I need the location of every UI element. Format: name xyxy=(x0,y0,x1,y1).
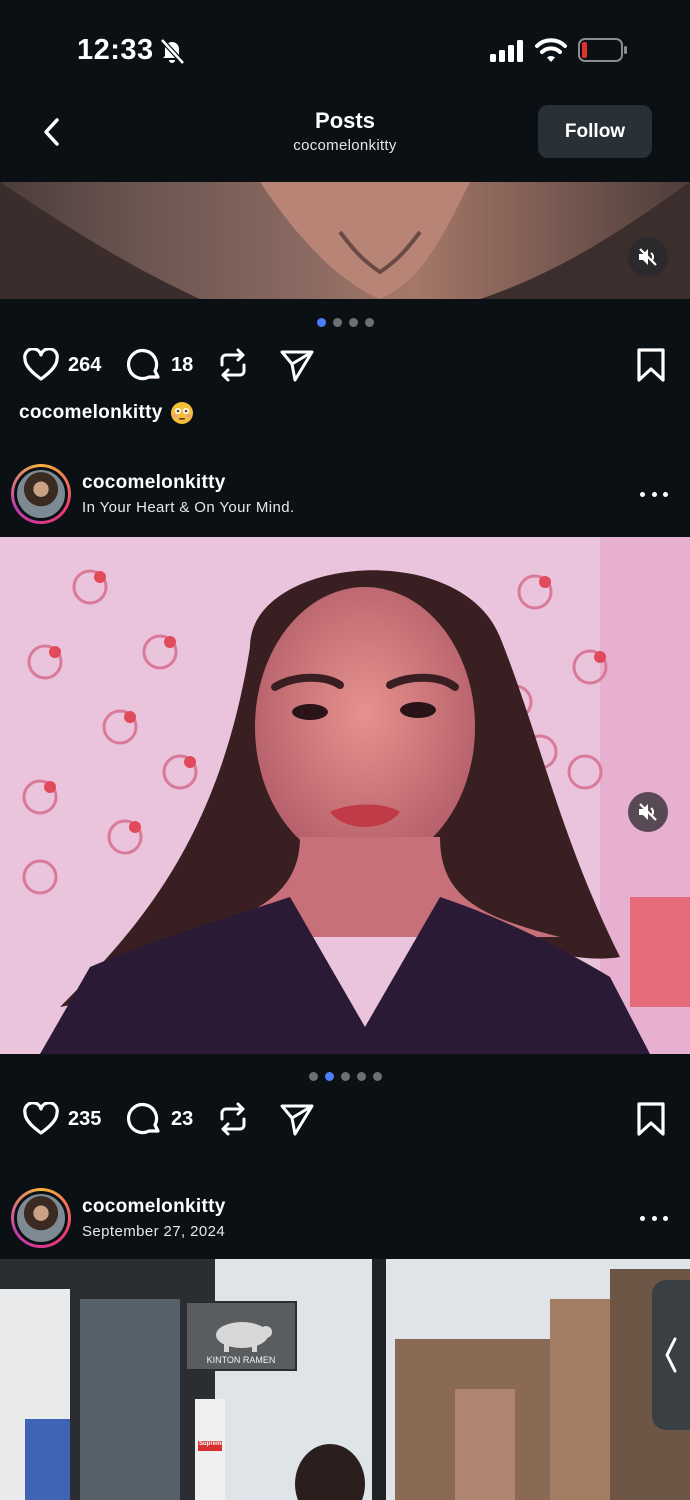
top-nav: Posts cocomelonkitty Follow xyxy=(0,100,690,182)
post-username[interactable]: cocomelonkitty xyxy=(82,1196,226,1218)
carousel-dot xyxy=(340,1072,350,1081)
store-sign-text: Supreme xyxy=(199,1441,225,1447)
status-time: 12:33 xyxy=(77,34,154,66)
carousel-dot xyxy=(332,318,342,327)
carousel-indicator-1 xyxy=(0,318,690,330)
ramen-shop-sign: KINTON RAMEN xyxy=(185,1301,297,1371)
comment-button[interactable]: 23 xyxy=(127,1099,193,1139)
post-username[interactable]: cocomelonkitty xyxy=(82,472,226,494)
post-date: September 27, 2024 xyxy=(82,1223,226,1240)
post-media-3[interactable]: KINTON RAMEN Supreme xyxy=(0,1259,690,1500)
more-dot-icon xyxy=(651,491,657,497)
avatar-photo xyxy=(14,1191,68,1245)
share-button[interactable] xyxy=(279,1099,315,1139)
like-count: 264 xyxy=(68,353,102,376)
caption-username[interactable]: cocomelonkitty xyxy=(19,402,163,424)
post-subtitle: In Your Heart & On Your Mind. xyxy=(82,499,295,516)
wifi-icon xyxy=(535,38,567,62)
mute-button[interactable] xyxy=(628,237,668,277)
comment-count: 23 xyxy=(171,1107,194,1130)
share-button[interactable] xyxy=(279,345,315,385)
repost-button[interactable] xyxy=(216,1099,250,1139)
bookmark-icon xyxy=(637,348,665,382)
save-button[interactable] xyxy=(636,345,666,385)
avatar[interactable] xyxy=(11,1188,71,1248)
speaker-muted-icon xyxy=(639,248,657,266)
like-count: 235 xyxy=(68,1107,102,1130)
post-media-1-photo xyxy=(0,182,690,299)
send-icon xyxy=(280,1104,314,1136)
comment-count: 18 xyxy=(171,353,194,376)
comment-icon xyxy=(127,349,160,381)
post-media-1[interactable] xyxy=(0,182,690,299)
like-button[interactable]: 235 xyxy=(22,1099,101,1139)
bookmark-icon xyxy=(637,1102,665,1136)
carousel-dot xyxy=(308,1072,318,1081)
chevron-left-icon xyxy=(665,1337,677,1373)
more-dot-icon xyxy=(640,1215,645,1221)
heart-icon xyxy=(23,348,59,381)
status-bar: 12:33 xyxy=(0,0,690,100)
repost-icon xyxy=(220,348,246,382)
mute-button[interactable] xyxy=(628,792,668,832)
comment-icon xyxy=(127,1103,160,1135)
post-media-2[interactable] xyxy=(0,537,690,1054)
more-options-button[interactable] xyxy=(640,1208,668,1228)
post-actions-1: 264 18 xyxy=(0,345,690,395)
post-header-3: cocomelonkitty September 27, 2024 xyxy=(0,1186,690,1256)
posts-screen: 12:33 Posts cocomelonkitty Follow 264 18… xyxy=(0,0,690,1500)
more-dot-icon xyxy=(640,491,645,497)
more-dot-icon xyxy=(651,1215,657,1221)
post-header-2: cocomelonkitty In Your Heart & On Your M… xyxy=(0,462,690,532)
carousel-dot xyxy=(316,318,326,327)
carousel-dot xyxy=(364,318,374,327)
sign-text: KINTON RAMEN xyxy=(206,1355,276,1365)
carousel-dot xyxy=(356,1072,366,1081)
post-actions-2: 235 23 xyxy=(0,1099,690,1149)
like-button[interactable]: 264 xyxy=(22,345,101,385)
more-dot-icon xyxy=(663,491,668,497)
bell-off-icon xyxy=(160,38,185,65)
carousel-dot xyxy=(348,318,358,327)
carousel-dot xyxy=(324,1072,334,1081)
heart-icon xyxy=(23,1102,59,1135)
post-media-2-photo xyxy=(0,537,690,1054)
comment-button[interactable]: 18 xyxy=(127,345,193,385)
repost-icon xyxy=(220,1102,246,1136)
carousel-dot xyxy=(372,1072,382,1081)
carousel-indicator-2 xyxy=(0,1072,690,1084)
more-options-button[interactable] xyxy=(640,484,668,504)
avatar[interactable] xyxy=(11,464,71,524)
repost-button[interactable] xyxy=(216,345,250,385)
save-button[interactable] xyxy=(636,1099,666,1139)
send-icon xyxy=(280,350,314,382)
post-caption-1: cocomelonkitty xyxy=(19,402,193,424)
more-dot-icon xyxy=(663,1215,668,1221)
flushed-face-emoji-icon xyxy=(170,402,193,424)
post-media-3-photo xyxy=(0,1259,690,1500)
cellular-signal-icon xyxy=(490,40,523,62)
side-panel-handle[interactable] xyxy=(652,1280,690,1430)
pig-logo-icon xyxy=(216,1322,272,1352)
avatar-photo xyxy=(14,467,68,521)
speaker-muted-icon xyxy=(639,803,657,821)
follow-button[interactable]: Follow xyxy=(538,105,652,158)
battery-low-icon xyxy=(578,38,627,62)
